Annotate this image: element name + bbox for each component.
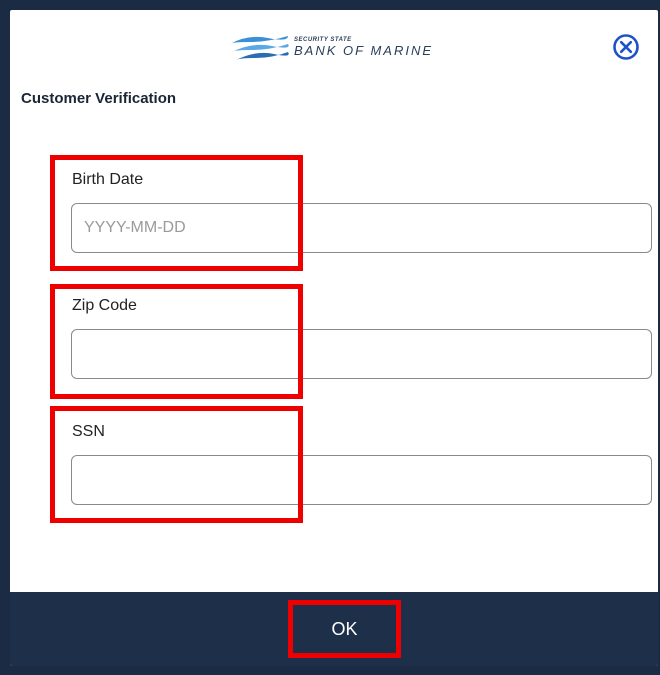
dialog-footer: OK (10, 592, 658, 666)
close-button[interactable] (612, 33, 640, 61)
zip-code-input[interactable] (71, 329, 652, 379)
verification-dialog: SECURITY STATE BANK OF MARINE Customer V… (10, 10, 658, 666)
ok-button[interactable]: OK (288, 600, 401, 658)
wave-logo-icon (230, 36, 289, 60)
ssn-input[interactable] (71, 455, 652, 505)
bank-logo: SECURITY STATE BANK OF MARINE (228, 28, 433, 66)
brand-name: BANK OF MARINE (294, 43, 434, 58)
zip-code-label: Zip Code (72, 297, 137, 314)
close-circle-icon (613, 34, 639, 60)
birth-date-input[interactable] (71, 203, 652, 253)
dialog-title: Customer Verification (21, 90, 177, 107)
ssn-label: SSN (72, 423, 105, 440)
birth-date-label: Birth Date (72, 171, 144, 188)
dialog-header: SECURITY STATE BANK OF MARINE (10, 10, 658, 80)
